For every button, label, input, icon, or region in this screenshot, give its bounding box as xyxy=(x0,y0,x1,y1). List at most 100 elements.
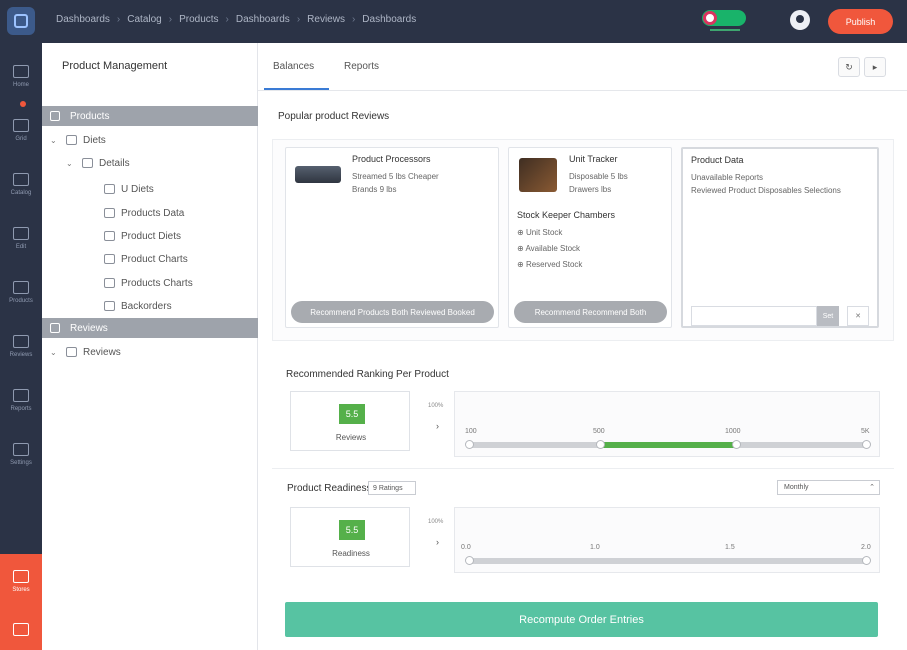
expand-button[interactable]: ▸ xyxy=(864,57,886,77)
ranking-slider-box: 100 500 1000 5K xyxy=(454,391,880,457)
breadcrumb-item[interactable]: Dashboards xyxy=(56,14,110,25)
rail-item-reports[interactable]: Reports xyxy=(0,373,42,427)
slider-handle-min[interactable] xyxy=(595,440,605,449)
file-icon xyxy=(104,254,115,264)
tree-node-label: Reviews xyxy=(83,346,121,358)
product-card[interactable]: Product Processors Streamed 5 lbs Cheape… xyxy=(285,147,499,328)
avatar[interactable] xyxy=(790,10,810,30)
chevron-right-icon[interactable]: › xyxy=(436,537,439,547)
tree-panel: Product Management Products ⌄ Diets ⌄ Deta… xyxy=(42,43,258,650)
rail-label: Products xyxy=(9,297,33,304)
slider-tick: 1.5 xyxy=(725,544,735,551)
product-card[interactable]: Unit Tracker Disposable 5 lbs Drawers lb… xyxy=(508,147,672,328)
edit-icon xyxy=(13,226,29,240)
tree-node-label: Products Data xyxy=(121,207,185,219)
rail-item-grid[interactable]: Grid xyxy=(0,103,42,157)
rail-label: Settings xyxy=(10,459,32,466)
rail-label: Grid xyxy=(15,135,27,142)
tree-node[interactable]: Products Data xyxy=(104,205,184,221)
chevron-down-icon[interactable]: ⌄ xyxy=(50,136,60,145)
orders-icon xyxy=(13,622,29,636)
tree-node[interactable]: U Diets xyxy=(104,181,154,197)
home-icon xyxy=(13,64,29,78)
tree-title: Product Management xyxy=(62,60,168,72)
file-icon xyxy=(104,278,115,288)
slider-end-right xyxy=(862,440,871,449)
clear-button[interactable]: ✕ xyxy=(847,306,869,326)
chevron-down-icon[interactable]: ⌄ xyxy=(66,159,76,168)
score-caption: Reviews xyxy=(335,433,367,442)
rail-item-stores[interactable]: Stores xyxy=(0,554,42,608)
tab-reports[interactable]: Reports xyxy=(344,61,379,72)
settings-icon xyxy=(13,442,29,456)
product-image xyxy=(519,158,557,192)
tab-balances[interactable]: Balances xyxy=(273,61,314,72)
recommend-button[interactable]: Recommend Products Both Reviewed Booked xyxy=(291,301,494,323)
file-icon xyxy=(104,184,115,194)
card-desc: Streamed 5 lbs Cheaper xyxy=(352,172,439,181)
tree-node[interactable]: Product Diets xyxy=(104,228,181,244)
file-icon xyxy=(104,231,115,241)
slider-tick: 5K xyxy=(861,428,870,435)
rail-item-catalog[interactable]: Catalog xyxy=(0,157,42,211)
folder-icon xyxy=(66,347,77,357)
tree-section-products[interactable]: Products xyxy=(42,106,258,126)
tree-node[interactable]: ⌄ Reviews xyxy=(50,344,121,360)
tree-node[interactable]: Products Charts xyxy=(104,275,193,291)
folder-icon xyxy=(50,111,60,121)
rail-item-edit[interactable]: Edit xyxy=(0,211,42,265)
refresh-button[interactable]: ↻ xyxy=(838,57,860,77)
tree-node[interactable]: ⌄ Diets xyxy=(50,132,106,148)
grid-icon xyxy=(13,118,29,132)
rail-item-settings[interactable]: Settings xyxy=(0,427,42,481)
chevron-right-icon[interactable]: › xyxy=(436,421,439,431)
product-search-input[interactable] xyxy=(691,306,817,326)
readiness-score-card: 5.5 Readiness xyxy=(290,507,410,567)
card-desc: Unavailable Reports xyxy=(691,173,764,182)
tree-section-reviews[interactable]: Reviews xyxy=(42,318,258,338)
breadcrumb-item[interactable]: Dashboards xyxy=(362,14,416,25)
rail-item-home[interactable]: Home xyxy=(0,49,42,103)
app-logo-icon[interactable] xyxy=(7,7,35,35)
rail-item-orders[interactable] xyxy=(0,608,42,650)
ranking-panel: 5.5 Reviews 100% › 100 500 1000 5K xyxy=(272,361,894,467)
publish-button[interactable]: Publish xyxy=(828,9,893,34)
readiness-slider-box: 0.0 1.0 1.5 2.0 xyxy=(454,507,880,573)
slider-tick: 2.0 xyxy=(861,544,871,551)
tree-section-label: Reviews xyxy=(70,322,108,334)
recommend-button[interactable]: Recommend Recommend Both xyxy=(514,301,667,323)
recompute-button[interactable]: Recompute Order Entries xyxy=(285,602,878,637)
tree-node[interactable]: Product Charts xyxy=(104,251,188,267)
rail-item-products[interactable]: Products xyxy=(0,265,42,319)
slider-handle-max[interactable] xyxy=(732,440,742,449)
tree-node-label: Details xyxy=(99,157,130,169)
period-select[interactable]: Monthly ⌃ xyxy=(777,480,880,495)
breadcrumb-item[interactable]: Catalog xyxy=(127,14,161,25)
status-toggle[interactable] xyxy=(702,10,746,26)
bullet-label: Available Stock xyxy=(525,244,581,253)
card-title: Product Data xyxy=(691,155,744,165)
set-button[interactable]: Set xyxy=(817,306,839,326)
breadcrumb: Dashboards › Catalog › Products › Dashbo… xyxy=(56,14,416,25)
breadcrumb-item[interactable]: Dashboards xyxy=(236,14,290,25)
tree-node[interactable]: Backorders xyxy=(104,298,172,314)
percent-label: 100% xyxy=(428,519,444,525)
breadcrumb-item[interactable]: Products xyxy=(179,14,218,25)
rating-filter-input[interactable]: 9 Ratings xyxy=(368,481,416,495)
chevron-down-icon[interactable]: ⌄ xyxy=(50,348,60,357)
file-icon xyxy=(104,301,115,311)
slider-handle[interactable] xyxy=(465,556,474,565)
product-data-card[interactable]: Product Data Unavailable Reports Reviewe… xyxy=(681,147,879,328)
readiness-slider[interactable] xyxy=(465,556,871,565)
tree-node[interactable]: ⌄ Details xyxy=(66,155,130,171)
card-bullet: ⊕ Available Stock xyxy=(517,244,581,253)
rail-item-reviews[interactable]: Reviews xyxy=(0,319,42,373)
breadcrumb-separator: › xyxy=(116,14,121,25)
card-desc: Disposable 5 lbs xyxy=(569,172,628,181)
tab-divider xyxy=(258,90,907,91)
ranking-slider[interactable] xyxy=(465,440,871,449)
breadcrumb-item[interactable]: Reviews xyxy=(307,14,345,25)
card-subtitle: Stock Keeper Chambers xyxy=(517,210,616,220)
breadcrumb-separator: › xyxy=(296,14,301,25)
tree-node-label: U Diets xyxy=(121,183,154,195)
